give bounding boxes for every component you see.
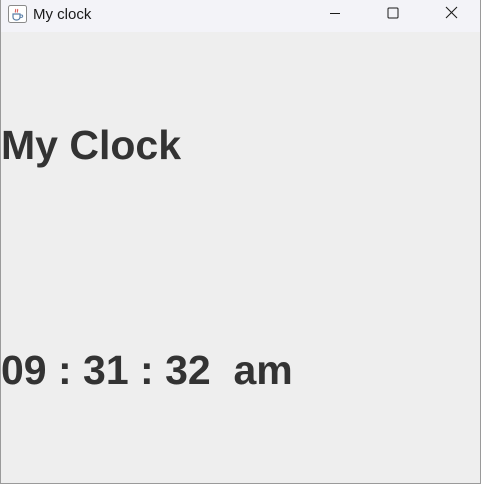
clock-time-display: 09 : 31 : 32 am [1, 347, 293, 393]
java-coffee-cup-icon[interactable] [8, 5, 27, 23]
app-window: My clock My Clock 09: 31: 32 am [0, 0, 481, 484]
window-title: My clock [33, 6, 92, 23]
clock-heading: My Clock [1, 122, 181, 168]
clock-panel: My Clock 09 : 31 : 32 am [1, 32, 480, 483]
maximize-button[interactable] [364, 0, 422, 30]
title-bar[interactable]: My clock [1, 0, 480, 32]
close-button[interactable] [422, 0, 480, 30]
maximize-icon [387, 6, 399, 24]
minimize-button[interactable] [306, 0, 364, 30]
close-icon [445, 6, 458, 24]
minimize-icon [329, 6, 341, 24]
